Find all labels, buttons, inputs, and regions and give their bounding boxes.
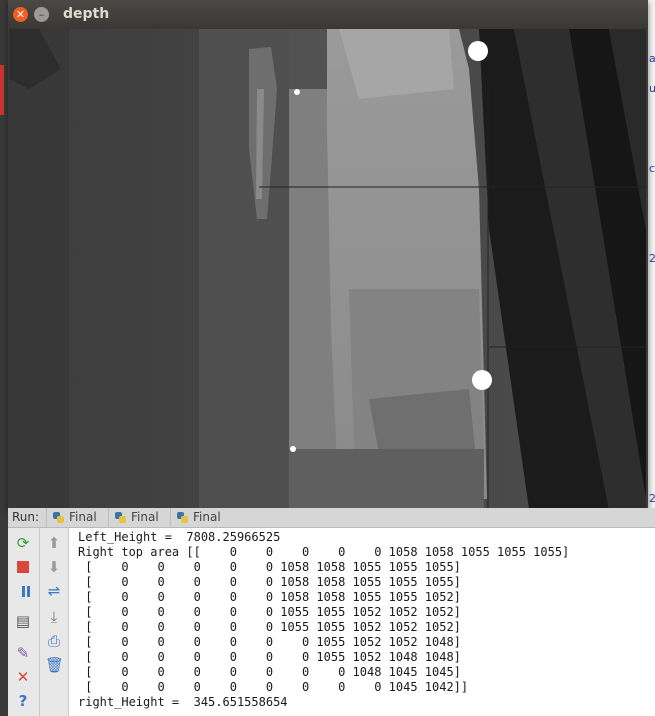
ide-fragment: c xyxy=(649,162,655,175)
close-run-icon[interactable]: ✕ xyxy=(14,668,32,686)
scroll-to-end-icon[interactable]: ⤓ xyxy=(45,608,63,626)
marker-point xyxy=(472,370,492,390)
console-line: [ 0 0 0 0 0 1058 1058 1055 1055 1055] xyxy=(78,575,461,589)
console-line: right_Height = 345.651558654 xyxy=(78,695,288,709)
tab-final-1[interactable]: Final xyxy=(46,508,103,527)
print-icon[interactable]: ⎙ xyxy=(45,632,63,650)
python-icon xyxy=(53,512,64,523)
arrow-up-icon[interactable]: ⬆ xyxy=(45,534,63,552)
console-line: [ 0 0 0 0 0 0 1055 1052 1048 1048] xyxy=(78,650,461,664)
layout-icon[interactable]: ▤ xyxy=(14,612,32,630)
tab-label: Final xyxy=(131,510,159,524)
run-tab-bar: Run: Final Final Final xyxy=(8,508,655,528)
minimize-icon[interactable]: – xyxy=(34,7,49,22)
pin-icon[interactable]: ✎ xyxy=(14,644,32,662)
console-line: [ 0 0 0 0 0 1058 1058 1055 1055 1055] xyxy=(78,560,461,574)
tab-label: Final xyxy=(193,510,221,524)
console-line: [ 0 0 0 0 0 1058 1058 1055 1055 1052] xyxy=(78,590,461,604)
console-line: Left_Height = 7808.25966525 xyxy=(78,530,281,544)
depth-image xyxy=(9,29,646,509)
close-icon[interactable]: ✕ xyxy=(13,7,28,22)
marker-point xyxy=(294,89,300,95)
console-text: Left_Height = 7808.25966525 Right top ar… xyxy=(78,530,569,710)
python-icon xyxy=(115,512,126,523)
ide-fragment: 2 xyxy=(649,492,655,505)
console-line: Right top area [[ 0 0 0 0 0 1058 1058 10… xyxy=(78,545,570,559)
run-toolbar-left: ⟳ ▤ ✎ ✕ ? xyxy=(8,528,40,716)
pause-icon[interactable] xyxy=(14,582,32,600)
ide-marker xyxy=(0,65,4,115)
run-toolbar-right: ⬆ ⬇ ⇌ ⤓ ⎙ 🗑 xyxy=(40,528,69,716)
tab-label: Final xyxy=(69,510,97,524)
window-title: depth xyxy=(63,6,110,22)
python-icon xyxy=(177,512,188,523)
marker-point xyxy=(468,41,488,61)
title-bar[interactable]: ✕ – depth xyxy=(8,0,648,29)
ide-fragment: al xyxy=(649,52,655,65)
console-line: [ 0 0 0 0 0 0 0 1048 1045 1045] xyxy=(78,665,461,679)
soft-wrap-icon[interactable]: ⇌ xyxy=(45,582,63,600)
help-icon[interactable]: ? xyxy=(14,692,32,710)
marker-point xyxy=(290,446,296,452)
run-label: Run: xyxy=(12,510,40,524)
arrow-down-icon[interactable]: ⬇ xyxy=(45,558,63,576)
tab-final-3[interactable]: Final xyxy=(170,508,227,527)
rerun-icon[interactable]: ⟳ xyxy=(14,534,32,552)
depth-window: ✕ – depth xyxy=(8,0,648,510)
console-line: [ 0 0 0 0 0 0 1055 1052 1052 1048] xyxy=(78,635,461,649)
console-line: [ 0 0 0 0 0 1055 1055 1052 1052 1052] xyxy=(78,605,461,619)
ide-fragment: 2 xyxy=(649,252,655,265)
console-line: [ 0 0 0 0 0 0 0 0 1045 1042]] xyxy=(78,680,469,694)
console-line: [ 0 0 0 0 0 1055 1055 1052 1052 1052] xyxy=(78,620,461,634)
tab-final-2[interactable]: Final xyxy=(108,508,165,527)
stop-icon[interactable] xyxy=(14,558,32,576)
trash-icon[interactable]: 🗑 xyxy=(45,656,64,674)
console-output[interactable]: Left_Height = 7808.25966525 Right top ar… xyxy=(69,528,655,716)
ide-fragment: u xyxy=(649,82,655,95)
